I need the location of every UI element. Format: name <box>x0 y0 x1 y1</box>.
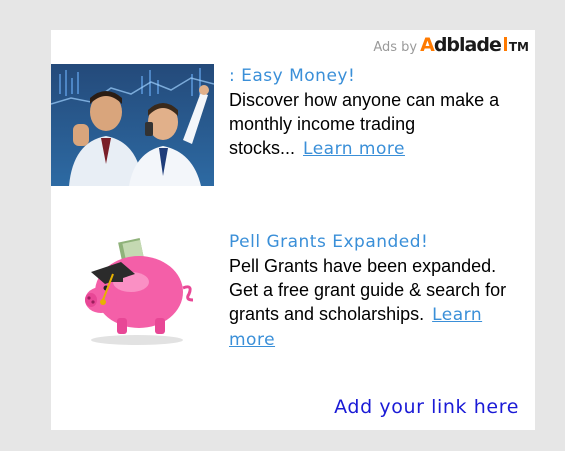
ad-headline[interactable]: Pell Grants Expanded! <box>229 230 529 254</box>
adblade-logo-a: A <box>420 34 435 56</box>
piggy-bank-graduation-icon[interactable] <box>51 230 214 352</box>
ad-body: Pell Grants have been expanded. Get a fr… <box>229 254 529 352</box>
add-your-link-link[interactable]: Add your link here <box>334 396 519 418</box>
trademark-mark: TM <box>508 40 529 54</box>
adblade-logo-bar <box>503 37 507 51</box>
ads-by-label: Ads by <box>373 40 418 55</box>
ad-body: Discover how anyone can make a monthly i… <box>229 88 529 161</box>
ad-container: Ads by Adblade TM: Easy Money! Discover… <box>51 30 535 430</box>
adblade-logo-text: dblade <box>433 34 502 56</box>
learn-more-link[interactable]: Learn more <box>303 139 405 159</box>
ad-text-pell-grants: Pell Grants Expanded! Pell Grants have b… <box>229 230 529 352</box>
traders-photo-icon[interactable] <box>51 64 214 186</box>
ads-by-attribution[interactable]: Ads by Adblade TM <box>373 34 529 56</box>
adblade-logo[interactable]: Adblade <box>420 34 502 56</box>
ad-headline[interactable]: : Easy Money! <box>229 64 529 88</box>
ad-text-easy-money: : Easy Money! Discover how anyone can ma… <box>229 64 529 161</box>
